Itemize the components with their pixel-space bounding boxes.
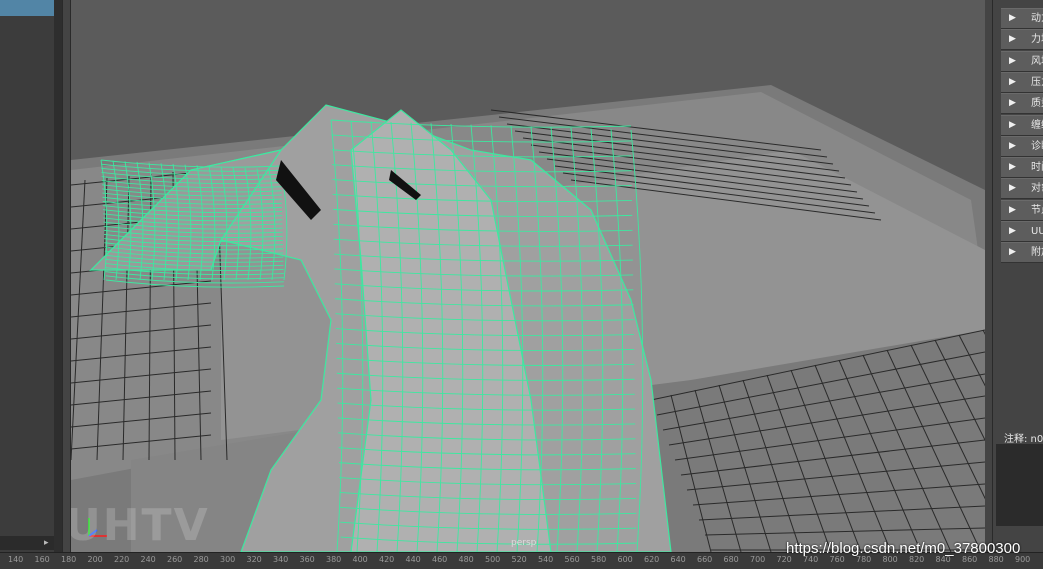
section-label: 附加 <box>1031 247 1043 259</box>
attribute-section[interactable]: ▶ 对象 <box>1001 178 1043 200</box>
timeline-tick: 280 <box>193 555 209 564</box>
expand-triangle-icon[interactable]: ▶ <box>1009 137 1016 156</box>
section-label: 风场 <box>1031 55 1043 67</box>
timeline-tick: 480 <box>458 555 474 564</box>
timeline-tick: 540 <box>538 555 554 564</box>
watermark-logo: UHTV <box>70 500 210 551</box>
timeline-tick: 140 <box>8 555 24 564</box>
timeline-tick: 160 <box>34 555 50 564</box>
timeline-tick: 220 <box>114 555 130 564</box>
attribute-section[interactable]: ▶ 力场 <box>1001 29 1043 51</box>
attribute-section[interactable]: ▶ 质量 <box>1001 93 1043 115</box>
expand-triangle-icon[interactable]: ▶ <box>1009 94 1016 113</box>
section-label: UU <box>1031 226 1043 237</box>
timeline-tick: 600 <box>617 555 633 564</box>
expand-triangle-icon[interactable]: ▶ <box>1009 30 1016 49</box>
outliner-panel: ▸ <box>0 0 63 552</box>
attribute-section[interactable]: ▶ 动力 <box>1001 8 1043 29</box>
timeline-tick: 400 <box>352 555 368 564</box>
attribute-section[interactable]: ▶ 压力 <box>1001 71 1043 93</box>
expand-triangle-icon[interactable]: ▶ <box>1009 73 1016 92</box>
scene-canvas[interactable] <box>71 0 985 552</box>
timeline-tick: 260 <box>167 555 183 564</box>
timeline-tick: 520 <box>511 555 527 564</box>
timeline-tick: 380 <box>326 555 342 564</box>
timeline-tick: 320 <box>246 555 262 564</box>
timeline-tick: 680 <box>723 555 739 564</box>
perspective-viewport[interactable]: UHTV persp <box>70 0 985 552</box>
section-label: 诊断 <box>1031 140 1043 152</box>
section-label: 缠绕 <box>1031 119 1043 131</box>
expand-triangle-icon[interactable]: ▶ <box>1009 179 1016 198</box>
timeline-tick: 240 <box>140 555 156 564</box>
attribute-section[interactable]: ▶ 时间 <box>1001 157 1043 179</box>
section-label: 动力 <box>1031 13 1043 24</box>
attribute-section[interactable]: ▶ UU <box>1001 221 1043 242</box>
section-label: 压力 <box>1031 76 1043 88</box>
expand-triangle-icon[interactable]: ▶ <box>1009 222 1016 241</box>
selected-item[interactable] <box>0 0 54 16</box>
attribute-section[interactable]: ▶ 附加 <box>1001 242 1043 264</box>
timeline-tick: 180 <box>61 555 77 564</box>
attribute-section[interactable]: ▶ 缠绕 <box>1001 114 1043 136</box>
url-watermark: https://blog.csdn.net/m0_37800300 <box>786 540 1021 557</box>
expand-arrow-icon[interactable]: ▸ <box>44 538 49 548</box>
timeline-tick: 420 <box>379 555 395 564</box>
timeline-tick: 440 <box>405 555 421 564</box>
expand-triangle-icon[interactable]: ▶ <box>1009 243 1016 262</box>
timeline-tick: 640 <box>670 555 686 564</box>
section-label: 对象 <box>1031 183 1043 195</box>
expand-triangle-icon[interactable]: ▶ <box>1009 201 1016 220</box>
attribute-section[interactable]: ▶ 风场 <box>1001 50 1043 72</box>
notes-field[interactable] <box>996 444 1043 526</box>
attribute-section[interactable]: ▶ 节点 <box>1001 199 1043 221</box>
attribute-section[interactable]: ▶ 诊断 <box>1001 135 1043 157</box>
expand-triangle-icon[interactable]: ▶ <box>1009 52 1016 71</box>
expand-triangle-icon[interactable]: ▶ <box>1009 9 1016 28</box>
timeline-tick: 560 <box>564 555 580 564</box>
section-label: 时间 <box>1031 162 1043 174</box>
timeline-tick: 500 <box>485 555 501 564</box>
section-label: 力场 <box>1031 34 1043 46</box>
section-label: 节点 <box>1031 204 1043 216</box>
timeline-tick: 360 <box>299 555 315 564</box>
expand-triangle-icon[interactable]: ▶ <box>1009 116 1016 135</box>
notes-label: 注释: n0 <box>1004 434 1043 445</box>
timeline-tick: 660 <box>697 555 713 564</box>
timeline-tick: 620 <box>644 555 660 564</box>
timeline-tick: 300 <box>220 555 236 564</box>
timeline-tick: 340 <box>273 555 289 564</box>
camera-label: persp <box>511 538 537 548</box>
timeline-tick: 200 <box>87 555 103 564</box>
timeline-tick: 580 <box>591 555 607 564</box>
section-label: 质量 <box>1031 98 1043 110</box>
expand-triangle-icon[interactable]: ▶ <box>1009 158 1016 177</box>
timeline-tick: 700 <box>750 555 766 564</box>
outliner-scrollbar[interactable] <box>54 0 62 552</box>
timeline-tick: 460 <box>432 555 448 564</box>
